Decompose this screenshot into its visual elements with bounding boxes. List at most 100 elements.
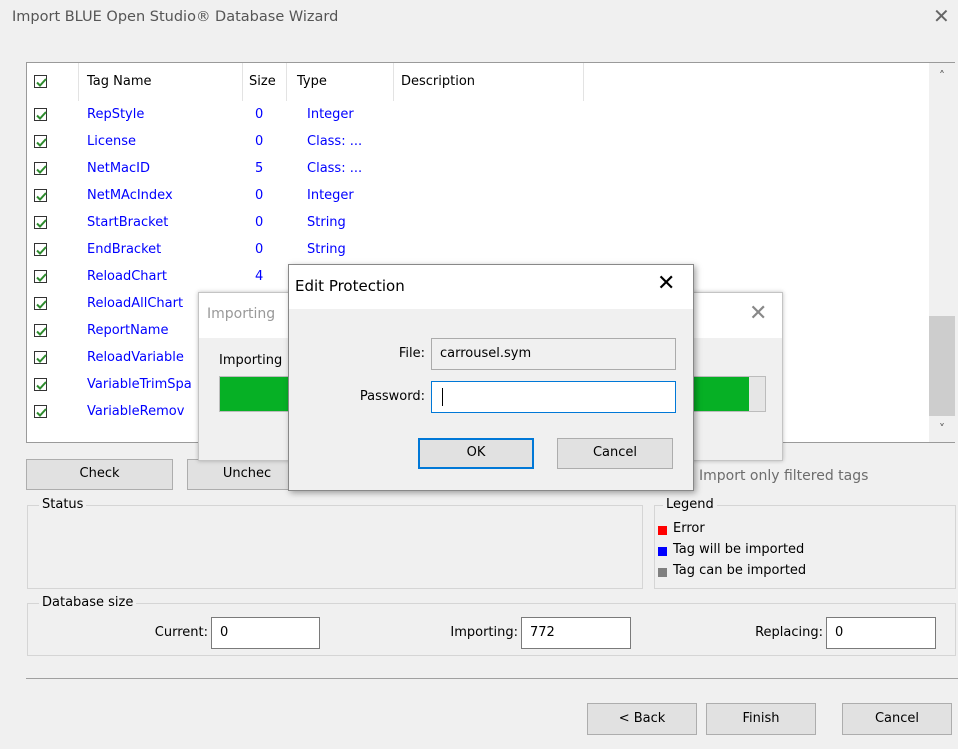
database-size-group: Database size Current: 0 Importing: 772 … — [27, 595, 956, 656]
tag-name-cell: StartBracket — [87, 215, 169, 230]
import-only-filtered-label[interactable]: Import only filtered tags — [699, 468, 868, 484]
importing-dialog-close-icon[interactable]: ✕ — [749, 301, 767, 326]
password-input[interactable] — [431, 381, 676, 413]
header-tag-name[interactable]: Tag Name — [79, 63, 243, 101]
file-field: carrousel.sym — [431, 338, 676, 370]
checkmark-icon — [36, 138, 47, 147]
edit-protection-dialog: Edit Protection ✕ File: carrousel.sym Pa… — [288, 264, 694, 491]
tag-size-cell: 5 — [255, 161, 264, 176]
table-row[interactable]: RepStyle 0 Integer — [27, 101, 627, 128]
replacing-field: 0 — [826, 617, 936, 649]
scroll-down-icon[interactable]: ˅ — [929, 416, 955, 442]
row-checkbox[interactable] — [34, 243, 47, 256]
checkmark-icon — [36, 192, 47, 201]
scroll-thumb[interactable] — [929, 316, 955, 416]
file-label: File: — [398, 346, 425, 361]
row-checkbox[interactable] — [34, 270, 47, 283]
importing-dialog-title: Importing — [207, 306, 276, 322]
legend-error-text: Error — [673, 521, 705, 536]
edit-protection-title: Edit Protection — [295, 277, 405, 295]
tag-type-cell: String — [307, 242, 346, 257]
tag-type-cell: Integer — [307, 188, 354, 203]
tag-name-cell: RepStyle — [87, 107, 145, 122]
password-label: Password: — [359, 389, 425, 404]
tag-size-cell: 0 — [255, 215, 264, 230]
tag-type-cell: Class: ... — [307, 161, 363, 176]
tag-size-cell: 0 — [255, 107, 264, 122]
importing-text: Importing — [219, 353, 283, 368]
ok-button[interactable]: OK — [418, 438, 534, 469]
finish-button[interactable]: Finish — [706, 703, 816, 735]
tag-size-cell: 0 — [255, 242, 264, 257]
replacing-label: Replacing: — [755, 625, 823, 640]
legend-group: Legend Error Tag will be imported Tag ca… — [654, 497, 956, 589]
row-checkbox[interactable] — [34, 216, 47, 229]
current-field: 0 — [211, 617, 320, 649]
check-all-checkbox[interactable] — [34, 75, 47, 88]
vertical-scrollbar[interactable]: ˄ ˅ — [929, 63, 955, 442]
checkmark-icon — [36, 165, 47, 174]
legend-will-import-swatch — [658, 547, 667, 556]
header-size[interactable]: Size — [243, 63, 287, 101]
table-row[interactable]: EndBracket 0 String — [27, 236, 627, 263]
row-checkbox[interactable] — [34, 378, 47, 391]
header-check-all-cell — [27, 63, 79, 101]
tag-name-cell: ReloadChart — [87, 269, 167, 284]
checkmark-icon — [36, 327, 47, 336]
row-checkbox[interactable] — [34, 162, 47, 175]
table-row[interactable]: License 0 Class: ... — [27, 128, 627, 155]
tag-name-cell: NetMacID — [87, 161, 150, 176]
database-size-label: Database size — [39, 595, 137, 610]
table-row[interactable]: NetMacID 5 Class: ... — [27, 155, 627, 182]
tag-size-cell: 4 — [255, 269, 264, 284]
legend-will-import-text: Tag will be imported — [673, 542, 805, 557]
current-label: Current: — [154, 625, 208, 640]
table-row[interactable]: NetMAcIndex 0 Integer — [27, 182, 627, 209]
separator-line — [26, 678, 958, 679]
tag-name-cell: NetMAcIndex — [87, 188, 173, 203]
tag-list-header: Tag Name Size Type Description — [27, 63, 609, 101]
legend-can-import-swatch — [658, 568, 667, 577]
edit-protection-cancel-button[interactable]: Cancel — [557, 438, 673, 469]
wizard-close-icon[interactable]: ✕ — [933, 4, 950, 28]
checkmark-icon — [36, 219, 47, 228]
wizard-title: Import BLUE Open Studio® Database Wizard — [12, 9, 339, 25]
tag-type-cell: Class: ... — [307, 134, 363, 149]
checkmark-icon — [36, 111, 47, 120]
table-row[interactable]: StartBracket 0 String — [27, 209, 627, 236]
checkmark-icon — [36, 408, 47, 417]
checkmark-icon — [36, 78, 47, 87]
checkmark-icon — [36, 300, 47, 309]
tag-type-cell: String — [307, 215, 346, 230]
edit-protection-titlebar: Edit Protection ✕ — [289, 265, 693, 309]
edit-protection-close-icon[interactable]: ✕ — [657, 271, 675, 296]
row-checkbox[interactable] — [34, 189, 47, 202]
checkmark-icon — [36, 381, 47, 390]
checkmark-icon — [36, 246, 47, 255]
status-label: Status — [39, 497, 87, 512]
row-checkbox[interactable] — [34, 297, 47, 310]
tag-name-cell: License — [87, 134, 137, 149]
tag-type-cell: Integer — [307, 107, 354, 122]
row-checkbox[interactable] — [34, 324, 47, 337]
status-group: Status — [27, 497, 643, 589]
check-button[interactable]: Check — [26, 459, 173, 490]
row-checkbox[interactable] — [34, 135, 47, 148]
text-caret — [442, 388, 443, 406]
scroll-up-icon[interactable]: ˄ — [929, 63, 955, 89]
back-button[interactable]: < Back — [587, 703, 697, 735]
row-checkbox[interactable] — [34, 108, 47, 121]
tag-name-cell: EndBracket — [87, 242, 162, 257]
row-checkbox[interactable] — [34, 351, 47, 364]
header-type[interactable]: Type — [287, 63, 394, 101]
tag-size-cell: 0 — [255, 188, 264, 203]
row-checkbox[interactable] — [34, 405, 47, 418]
tag-size-cell: 0 — [255, 134, 264, 149]
header-description[interactable]: Description — [394, 63, 584, 101]
importing-field: 772 — [521, 617, 631, 649]
checkmark-icon — [36, 273, 47, 282]
checkmark-icon — [36, 354, 47, 363]
cancel-button[interactable]: Cancel — [842, 703, 952, 735]
legend-error-swatch — [658, 526, 667, 535]
importing-label: Importing: — [450, 625, 518, 640]
